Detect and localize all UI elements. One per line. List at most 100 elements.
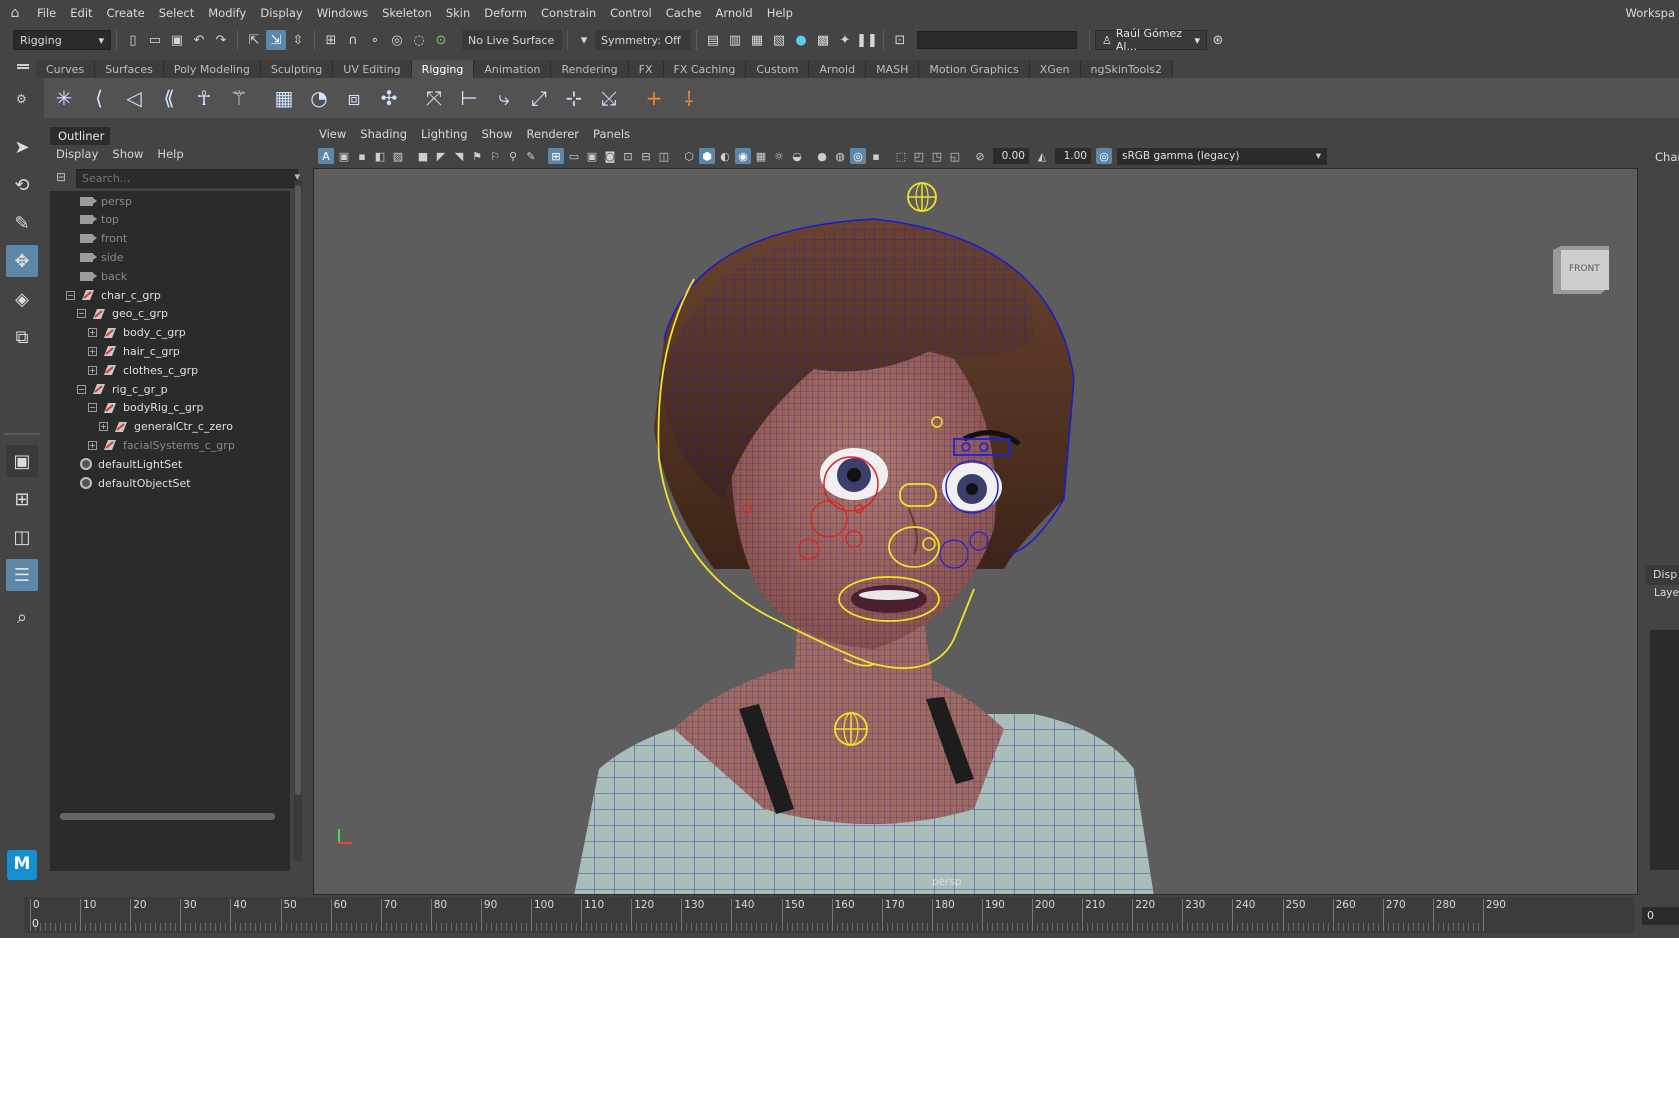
outliner-item[interactable]: − char_c_grp: [66, 285, 161, 305]
workspace-label[interactable]: Workspa: [1626, 6, 1675, 20]
outliner-item[interactable]: side: [80, 247, 124, 267]
2d-pan-zoom-icon[interactable]: ▨: [390, 148, 406, 164]
color-space-dropdown[interactable]: sRGB gamma (legacy) ▾: [1117, 147, 1327, 165]
exposure-field[interactable]: 0.00: [993, 148, 1029, 164]
outliner-item[interactable]: + generalCtr_c_zero: [99, 417, 233, 437]
menu-skin[interactable]: Skin: [439, 6, 477, 20]
layers-menu[interactable]: Laye: [1654, 587, 1679, 599]
insert-joint-icon[interactable]: ⟪: [153, 82, 185, 114]
render-settings-icon[interactable]: ▧: [769, 30, 789, 50]
lasso-tool-icon[interactable]: ⟲: [6, 169, 38, 201]
image-plane-icon[interactable]: ◧: [372, 148, 388, 164]
channel-box-label[interactable]: Chan: [1655, 150, 1679, 164]
time-slider-track[interactable]: 0 10 20 30 40 50 60 70 80 90 100 110 120 130 140 150 160…: [24, 897, 1634, 933]
outliner-item[interactable]: defaultLightSet: [80, 454, 182, 474]
orient-constraint-icon[interactable]: ⤷: [488, 82, 520, 114]
gear-icon[interactable]: ⚙: [16, 92, 27, 106]
shelf-tab-arnold[interactable]: Arnold: [809, 60, 867, 78]
ik-spline-icon[interactable]: ◁: [118, 82, 150, 114]
menu-cache[interactable]: Cache: [659, 6, 709, 20]
locator-icon[interactable]: +: [638, 82, 670, 114]
vp-menu-shading[interactable]: Shading: [360, 127, 407, 141]
select-hierarchy-icon[interactable]: ⇱: [244, 30, 264, 50]
vp-menu-view[interactable]: View: [319, 127, 346, 141]
filter-icon[interactable]: ⊟: [56, 170, 66, 184]
two-pane-layout-icon[interactable]: ◫: [6, 521, 38, 553]
collapse-icon[interactable]: −: [88, 403, 97, 413]
snap-curve-icon[interactable]: ∩: [343, 30, 363, 50]
outliner-tab[interactable]: Outliner: [50, 127, 110, 145]
color-management-icon[interactable]: ◎: [1096, 148, 1112, 164]
menu-constrain[interactable]: Constrain: [534, 6, 603, 20]
scale-constraint-icon[interactable]: ⤢: [523, 82, 555, 114]
shelf-tab-fx[interactable]: FX: [628, 60, 664, 78]
single-pane-layout-icon[interactable]: ▣: [6, 445, 38, 477]
viewport-3d-canvas[interactable]: FRONT persp: [313, 168, 1638, 895]
shelf-tab-fx-caching[interactable]: FX Caching: [663, 60, 747, 78]
shadows-icon[interactable]: ◒: [789, 148, 805, 164]
textured-icon[interactable]: ▦: [753, 148, 769, 164]
smooth-shade-icon[interactable]: ⬢: [699, 148, 715, 164]
wireframe-on-shaded-icon[interactable]: ◐: [717, 148, 733, 164]
menu-arnold[interactable]: Arnold: [708, 6, 759, 20]
safe-title-icon[interactable]: ◫: [656, 148, 672, 164]
home-icon[interactable]: ⌂: [0, 5, 30, 21]
vp-menu-lighting[interactable]: Lighting: [421, 127, 467, 141]
select-camera-icon[interactable]: A: [318, 148, 334, 164]
hypershade-icon[interactable]: ●: [791, 30, 811, 50]
shelf-tab-rendering[interactable]: Rendering: [551, 60, 629, 78]
rotate-tool-icon[interactable]: ◈: [6, 283, 38, 315]
menu-display[interactable]: Display: [253, 6, 309, 20]
menu-help[interactable]: Help: [760, 6, 800, 20]
exposure-icon[interactable]: ⊘: [972, 148, 988, 164]
shelf-tab-curves[interactable]: Curves: [36, 60, 96, 78]
render-view-icon[interactable]: ▤: [703, 30, 723, 50]
lattice-icon[interactable]: ⧈: [338, 82, 370, 114]
new-scene-icon[interactable]: ▯: [123, 30, 143, 50]
wireframe-icon[interactable]: ⬡: [681, 148, 697, 164]
menu-control[interactable]: Control: [603, 6, 659, 20]
outliner-vertical-scrollbar[interactable]: [294, 181, 302, 861]
quick-rig-icon[interactable]: ⚚: [223, 82, 255, 114]
command-field[interactable]: [917, 31, 1077, 49]
safe-action-icon[interactable]: ⊟: [638, 148, 654, 164]
outliner-item[interactable]: persp: [80, 191, 132, 211]
expand-icon[interactable]: +: [99, 422, 108, 432]
ipr-render-icon[interactable]: ▦: [747, 30, 767, 50]
collapse-icon[interactable]: −: [77, 384, 86, 394]
select-component-icon[interactable]: ⇳: [288, 30, 308, 50]
freeze-transform-icon[interactable]: ⸸: [673, 82, 705, 114]
render-frame-icon[interactable]: ▥: [725, 30, 745, 50]
snap-point-icon[interactable]: ∘: [365, 30, 385, 50]
ik-handle-icon[interactable]: ⟨: [83, 82, 115, 114]
chevron-down-icon[interactable]: ▾: [574, 30, 594, 50]
outliner-item[interactable]: front: [80, 229, 127, 249]
xray-components-icon[interactable]: ◱: [947, 148, 963, 164]
search-help-icon[interactable]: ⊛: [1208, 30, 1228, 50]
xray-icon[interactable]: ⚲: [505, 148, 521, 164]
snap-live-icon[interactable]: ⊙: [431, 30, 451, 50]
menu-skeleton[interactable]: Skeleton: [375, 6, 439, 20]
menu-file[interactable]: File: [30, 6, 63, 20]
shelf-tab-rigging[interactable]: Rigging: [411, 60, 475, 78]
symmetry-field[interactable]: Symmetry: Off: [595, 30, 691, 50]
outliner-item[interactable]: − geo_c_grp: [77, 304, 168, 324]
shelf-tab-animation[interactable]: Animation: [474, 60, 552, 78]
bookmark-icon[interactable]: ▪: [354, 148, 370, 164]
camera-attributes-icon[interactable]: ▣: [336, 148, 352, 164]
isolate-icon[interactable]: ⚐: [487, 148, 503, 164]
joint-tool-icon[interactable]: ✳: [48, 82, 80, 114]
viewcube[interactable]: FRONT: [1551, 246, 1609, 294]
ambient-occlusion-icon[interactable]: ●: [814, 148, 830, 164]
open-scene-icon[interactable]: ▭: [145, 30, 165, 50]
paint-select-icon[interactable]: ✎: [6, 207, 38, 239]
outliner-item[interactable]: + clothes_c_grp: [88, 360, 198, 380]
bookmark-flag-icon[interactable]: ⚑: [469, 148, 485, 164]
film-gate-icon[interactable]: ◥: [451, 148, 467, 164]
field-chart-icon[interactable]: ⊡: [620, 148, 636, 164]
lights-icon[interactable]: ☼: [771, 148, 787, 164]
parent-constraint-icon[interactable]: ⤧: [418, 82, 450, 114]
resolution-gate-icon[interactable]: ▣: [584, 148, 600, 164]
undo-icon[interactable]: ↶: [189, 30, 209, 50]
point-constraint-icon[interactable]: ⊢: [453, 82, 485, 114]
